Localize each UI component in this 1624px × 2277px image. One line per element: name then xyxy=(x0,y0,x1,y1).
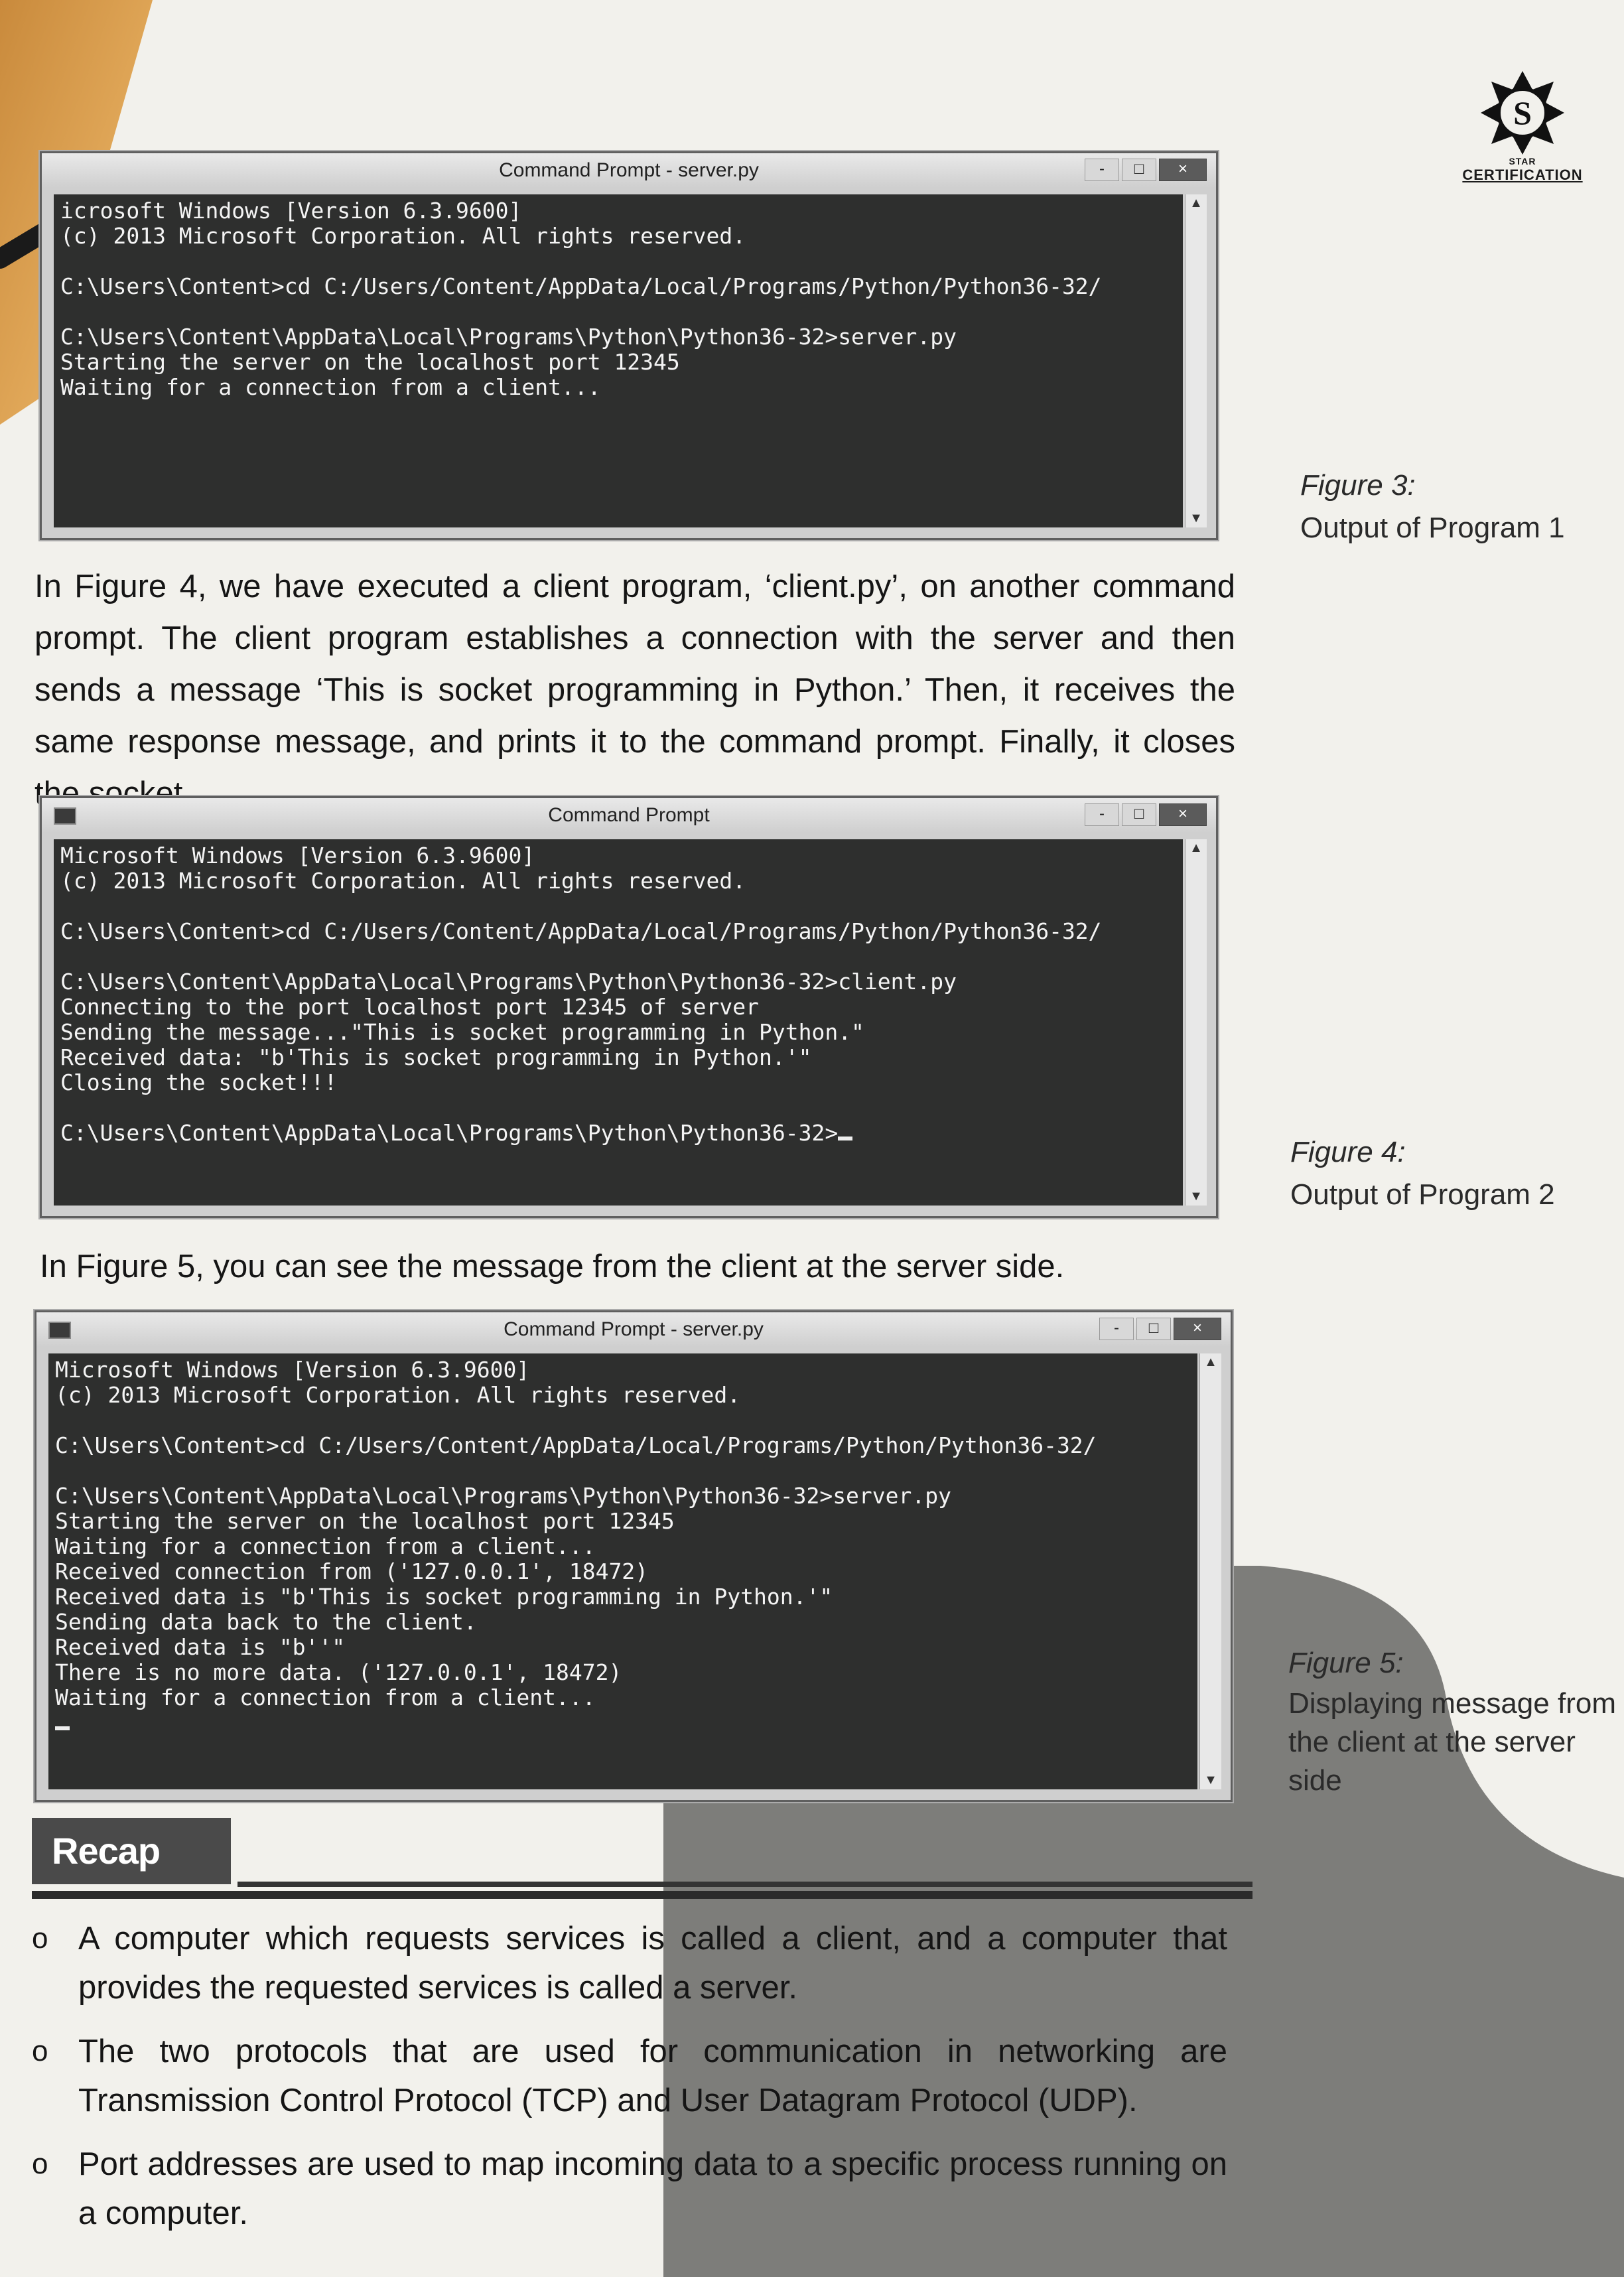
console-line: C:\Users\Content>cd C:/Users/Content/App… xyxy=(60,918,1102,944)
console-line: Sending data back to the client. xyxy=(55,1609,477,1635)
console-output: Microsoft Windows [Version 6.3.9600] (c)… xyxy=(54,839,1183,1206)
console-line: C:\Users\Content>cd C:/Users/Content/App… xyxy=(55,1432,1097,1458)
close-button[interactable]: × xyxy=(1159,159,1207,181)
scroll-down-icon[interactable]: ▼ xyxy=(1185,511,1207,526)
list-item-text: A computer which requests services is ca… xyxy=(78,1921,1227,2006)
console-line: C:\Users\Content>cd C:/Users/Content/App… xyxy=(60,273,1102,299)
divider xyxy=(32,1891,1252,1899)
console-line: Received data is "b'This is socket progr… xyxy=(55,1584,833,1610)
console-line: Waiting for a connection from a client..… xyxy=(55,1685,596,1710)
star-certification-logo: S STAR CERTIFICATION xyxy=(1456,70,1589,196)
console-output: Microsoft Windows [Version 6.3.9600] (c)… xyxy=(48,1353,1197,1789)
minimize-button[interactable]: - xyxy=(1085,159,1119,181)
svg-text:S: S xyxy=(1513,94,1532,131)
window-titlebar: Command Prompt - server.py - □ × xyxy=(36,1312,1231,1347)
console-line: icrosoft Windows [Version 6.3.9600] xyxy=(60,198,522,224)
console-line: C:\Users\Content\AppData\Local\Programs\… xyxy=(60,324,957,350)
figure4-caption: Figure 4: Output of Program 2 xyxy=(1290,1131,1589,1216)
console-line: (c) 2013 Microsoft Corporation. All righ… xyxy=(60,868,746,894)
vertical-scrollbar[interactable]: ▲ ▼ xyxy=(1185,194,1207,527)
figure-caption-text: Output of Program 1 xyxy=(1300,512,1565,544)
console-line: (c) 2013 Microsoft Corporation. All righ… xyxy=(55,1382,741,1408)
figure4-command-window: Command Prompt - □ × Microsoft Windows [… xyxy=(40,796,1218,1218)
window-title: Command Prompt xyxy=(548,804,710,826)
recap-list: o A computer which requests services is c… xyxy=(27,1914,1227,2252)
minimize-button[interactable]: - xyxy=(1085,803,1119,826)
console-app-icon xyxy=(48,1322,71,1339)
figure3-caption: Figure 3: Output of Program 1 xyxy=(1300,464,1586,549)
list-item: o A computer which requests services is c… xyxy=(27,1914,1227,2012)
console-line: Microsoft Windows [Version 6.3.9600] xyxy=(55,1357,530,1383)
bullet-icon: o xyxy=(32,2148,48,2180)
maximize-button[interactable]: □ xyxy=(1136,1318,1171,1340)
console-line: C:\Users\Content\AppData\Local\Programs\… xyxy=(60,969,957,995)
minimize-button[interactable]: - xyxy=(1099,1318,1134,1340)
vertical-scrollbar[interactable]: ▲ ▼ xyxy=(1185,839,1207,1206)
window-title: Command Prompt - server.py xyxy=(499,159,759,181)
console-text: Microsoft Windows [Version 6.3.9600] (c)… xyxy=(54,839,1183,1150)
console-line: Waiting for a connection from a client..… xyxy=(60,374,601,400)
console-line: Received data is "b''" xyxy=(55,1634,346,1660)
scroll-up-icon[interactable]: ▲ xyxy=(1200,1355,1221,1370)
star-badge-icon: S xyxy=(1481,71,1564,155)
console-line: Starting the server on the localhost por… xyxy=(60,349,680,375)
console-line: Starting the server on the localhost por… xyxy=(55,1508,675,1534)
console-text: icrosoft Windows [Version 6.3.9600] (c) … xyxy=(54,194,1183,404)
figure5-caption: Figure 5: Displaying message from the cl… xyxy=(1288,1642,1620,1800)
text-cursor xyxy=(55,1726,70,1730)
console-text: Microsoft Windows [Version 6.3.9600] (c)… xyxy=(48,1353,1197,1740)
list-item-text: The two protocols that are used for comm… xyxy=(78,2034,1227,2118)
figure-label: Figure 4: xyxy=(1290,1136,1406,1168)
paragraph-figure5-intro: In Figure 5, you can see the message fro… xyxy=(40,1249,1065,1284)
maximize-button[interactable]: □ xyxy=(1122,159,1156,181)
console-app-icon xyxy=(54,807,76,825)
maximize-button[interactable]: □ xyxy=(1122,803,1156,826)
console-line: Waiting for a connection from a client..… xyxy=(55,1533,596,1559)
recap-header: Recap xyxy=(32,1818,1252,1899)
logo-tiny-text: STAR xyxy=(1509,156,1536,167)
console-line: There is no more data. ('127.0.0.1', 184… xyxy=(55,1659,622,1685)
divider xyxy=(237,1882,1252,1887)
console-line: Sending the message..."This is socket pr… xyxy=(60,1019,864,1045)
text-cursor xyxy=(838,1137,853,1140)
figure-caption-text: Output of Program 2 xyxy=(1290,1178,1555,1211)
figure-label: Figure 3: xyxy=(1300,469,1416,502)
console-line: Received data: "b'This is socket program… xyxy=(60,1044,812,1070)
logo-word: CERTIFICATION xyxy=(1462,167,1583,183)
scroll-up-icon[interactable]: ▲ xyxy=(1185,841,1207,856)
console-line: Microsoft Windows [Version 6.3.9600] xyxy=(60,843,535,868)
scroll-down-icon[interactable]: ▼ xyxy=(1200,1773,1221,1788)
scroll-down-icon[interactable]: ▼ xyxy=(1185,1189,1207,1204)
window-titlebar: Command Prompt - server.py - □ × xyxy=(42,153,1216,188)
bullet-icon: o xyxy=(32,1922,48,1955)
console-output: icrosoft Windows [Version 6.3.9600] (c) … xyxy=(54,194,1183,527)
figure5-command-window: Command Prompt - server.py - □ × Microso… xyxy=(34,1310,1233,1802)
figure3-command-window: Command Prompt - server.py - □ × icrosof… xyxy=(40,151,1218,540)
console-line: Connecting to the port localhost port 12… xyxy=(60,994,759,1020)
scroll-up-icon[interactable]: ▲ xyxy=(1185,196,1207,211)
console-line: C:\Users\Content\AppData\Local\Programs\… xyxy=(60,1120,839,1146)
console-line: (c) 2013 Microsoft Corporation. All righ… xyxy=(60,223,746,249)
console-line: Closing the socket!!! xyxy=(60,1070,338,1095)
window-titlebar: Command Prompt - □ × xyxy=(42,798,1216,833)
vertical-scrollbar[interactable]: ▲ ▼ xyxy=(1199,1353,1221,1789)
list-item: o The two protocols that are used for com… xyxy=(27,2027,1227,2125)
close-button[interactable]: × xyxy=(1174,1318,1221,1340)
paragraph-figure4-intro: In Figure 4, we have executed a client p… xyxy=(34,569,1235,811)
console-line: C:\Users\Content\AppData\Local\Programs\… xyxy=(55,1483,952,1509)
recap-heading: Recap xyxy=(32,1818,231,1884)
figure-caption-text: Displaying message from the client at th… xyxy=(1288,1687,1616,1797)
bullet-icon: o xyxy=(32,2035,48,2067)
window-title: Command Prompt - server.py xyxy=(504,1318,764,1340)
list-item-text: Port addresses are used to map incoming … xyxy=(78,2146,1227,2231)
console-line: Received connection from ('127.0.0.1', 1… xyxy=(55,1558,649,1584)
figure-label: Figure 5: xyxy=(1288,1647,1404,1679)
list-item: o Port addresses are used to map incoming… xyxy=(27,2140,1227,2238)
close-button[interactable]: × xyxy=(1159,803,1207,826)
